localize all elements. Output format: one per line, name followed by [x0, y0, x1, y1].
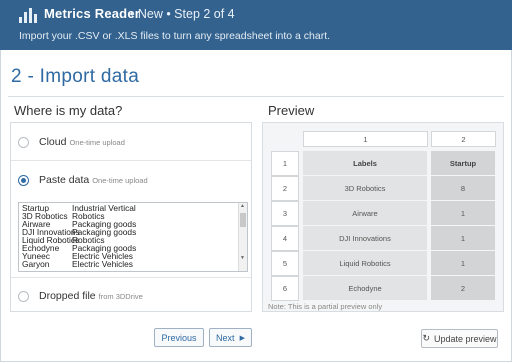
option-cloud[interactable]: Cloud One-time upload — [11, 123, 251, 161]
app-title: Metrics Reader — [44, 6, 141, 21]
app-header: Metrics Reader • New • Step 2 of 4 Impor… — [0, 0, 512, 50]
scroll-thumb[interactable] — [240, 213, 246, 227]
bar-chart-logo-icon — [19, 8, 37, 23]
table-cell: 1 — [431, 201, 496, 226]
page-title: 2 - Import data — [11, 66, 140, 87]
paste-data-radio[interactable] — [18, 175, 29, 186]
next-label: Next — [216, 332, 235, 343]
table-cell: 1 — [431, 251, 496, 276]
pasted-line: Garyon Electric Vehicles — [22, 259, 133, 269]
table-cell: 8 — [431, 176, 496, 201]
table-cell: 3D Robotics — [303, 176, 428, 201]
table-cell: 2 — [431, 276, 496, 301]
pasted-text: Startup Industrial Vertical 3D Robotics Rob… — [22, 204, 136, 268]
table-cell: Labels — [303, 151, 428, 176]
update-preview-label: Update preview — [434, 333, 497, 344]
column-number: 1 — [303, 131, 428, 147]
table-cell: DJI Innovations — [303, 226, 428, 251]
paste-data-label: Paste data One-time upload — [39, 174, 148, 186]
row-number: 1 — [271, 151, 299, 176]
preview-title: Preview — [268, 103, 315, 118]
paste-data-textarea[interactable]: Startup Industrial Vertical 3D Robotics Rob… — [18, 202, 248, 272]
previous-button[interactable]: Previous — [154, 328, 204, 347]
row-number: 6 — [271, 276, 299, 301]
row-number: 5 — [271, 251, 299, 276]
row-number: 2 — [271, 176, 299, 201]
column-number: 2 — [431, 131, 496, 147]
table-cell: Liquid Robotics — [303, 251, 428, 276]
data-source-panel: Cloud One-time upload Paste data One-time … — [10, 122, 252, 312]
row-number: 4 — [271, 226, 299, 251]
scroll-up-icon[interactable]: ▲ — [240, 203, 245, 209]
update-preview-button[interactable]: ↻ Update preview — [421, 329, 498, 348]
dropped-file-radio[interactable] — [18, 291, 29, 302]
next-button[interactable]: Next ▶ — [209, 328, 252, 347]
textarea-scrollbar[interactable]: ▲ ▼ — [238, 203, 247, 271]
cloud-radio[interactable] — [18, 137, 29, 148]
table-cell: Airware — [303, 201, 428, 226]
cloud-label: Cloud One-time upload — [39, 136, 125, 148]
row-number: 3 — [271, 201, 299, 226]
dropped-file-label: Dropped file from 3DDrive — [39, 290, 143, 302]
table-cell: Startup — [431, 151, 496, 176]
step-indicator: • New • Step 2 of 4 — [130, 7, 235, 21]
refresh-icon: ↻ — [422, 333, 430, 343]
next-arrow-icon: ▶ — [239, 334, 245, 342]
scroll-down-icon[interactable]: ▼ — [240, 255, 245, 261]
preview-note: Note: This is a partial preview only — [268, 302, 383, 311]
preview-panel: 1 2 1 Labels Startup 2 3D Robotics 8 3 Airware 1 4 D… — [262, 122, 504, 312]
table-cell: 1 — [431, 226, 496, 251]
divider — [8, 96, 504, 97]
header-subtitle: Import your .CSV or .XLS files to turn a… — [19, 30, 331, 42]
table-cell: Echodyne — [303, 276, 428, 301]
option-dropped-file[interactable]: Dropped file from 3DDrive — [11, 278, 251, 312]
data-source-title: Where is my data? — [14, 103, 123, 118]
